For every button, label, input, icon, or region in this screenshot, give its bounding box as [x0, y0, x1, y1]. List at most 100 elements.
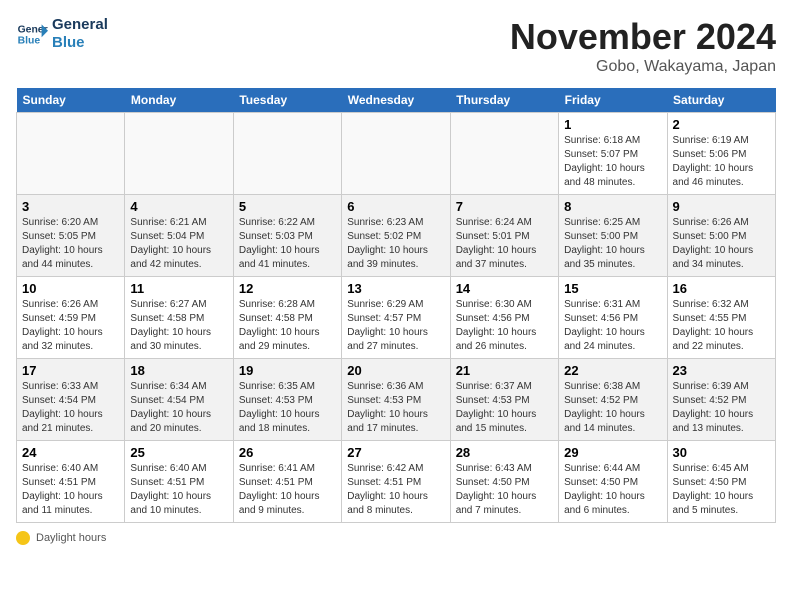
cell-1-1: 4Sunrise: 6:21 AM Sunset: 5:04 PM Daylig… — [125, 195, 233, 277]
cell-3-2: 19 Sunrise: 6:35 AM Sunset: 4:53 PM Dayli… — [233, 359, 341, 441]
day-info-17: Sunrise: 6:33 AM Sunset: 4:54 PM Dayligh… — [22, 380, 119, 436]
day-info-3: Sunrise: 6:20 AM Sunset: 5:05 PM Dayligh… — [22, 216, 119, 272]
logo-text-blue: Blue — [52, 34, 108, 52]
calendar-subtitle: Gobo, Wakayama, Japan — [510, 58, 776, 76]
day-number-25: 25 — [130, 445, 227, 460]
day-info-10: Sunrise: 6:26 AM Sunset: 4:59 PM Dayligh… — [22, 298, 119, 354]
cell-2-3: 13 Sunrise: 6:29 AM Sunset: 4:57 PM Dayli… — [342, 277, 450, 359]
day-number-8: 8 — [564, 199, 661, 214]
day-info-13: Sunrise: 6:29 AM Sunset: 4:57 PM Dayligh… — [347, 298, 444, 354]
day-info-22: Sunrise: 6:38 AM Sunset: 4:52 PM Dayligh… — [564, 380, 661, 436]
day-number-3: 3 — [22, 199, 119, 214]
day-info-15: Sunrise: 6:31 AM Sunset: 4:56 PM Dayligh… — [564, 298, 661, 354]
header-monday: Monday — [125, 88, 233, 113]
cell-0-1 — [125, 113, 233, 195]
week-row-3: 10 Sunrise: 6:26 AM Sunset: 4:59 PM Dayli… — [17, 277, 776, 359]
day-info-16: Sunrise: 6:32 AM Sunset: 4:55 PM Dayligh… — [673, 298, 770, 354]
cell-1-0: 3 Sunrise: 6:20 AM Sunset: 5:05 PM Daylig… — [17, 195, 125, 277]
header: General Blue General Blue November 2024 … — [16, 16, 776, 76]
week-row-2: 3 Sunrise: 6:20 AM Sunset: 5:05 PM Daylig… — [17, 195, 776, 277]
day-info-9: Sunrise: 6:26 AM Sunset: 5:00 PM Dayligh… — [673, 216, 770, 272]
day-number-29: 29 — [564, 445, 661, 460]
logo: General Blue General Blue — [16, 16, 108, 52]
title-area: November 2024 Gobo, Wakayama, Japan — [510, 16, 776, 76]
cell-2-0: 10 Sunrise: 6:26 AM Sunset: 4:59 PM Dayli… — [17, 277, 125, 359]
day-info-27: Sunrise: 6:42 AM Sunset: 4:51 PM Dayligh… — [347, 462, 444, 518]
header-sunday: Sunday — [17, 88, 125, 113]
day-number-9: 9 — [673, 199, 770, 214]
day-number-12: 12 — [239, 281, 336, 296]
week-row-1: 1 Sunrise: 6:18 AM Sunset: 5:07 PM Daylig… — [17, 113, 776, 195]
cell-4-3: 27 Sunrise: 6:42 AM Sunset: 4:51 PM Dayli… — [342, 441, 450, 523]
day-number-15: 15 — [564, 281, 661, 296]
cell-0-5: 1 Sunrise: 6:18 AM Sunset: 5:07 PM Daylig… — [559, 113, 667, 195]
cell-3-1: 18Sunrise: 6:34 AM Sunset: 4:54 PM Dayli… — [125, 359, 233, 441]
cell-1-3: 6 Sunrise: 6:23 AM Sunset: 5:02 PM Daylig… — [342, 195, 450, 277]
day-info-6: Sunrise: 6:23 AM Sunset: 5:02 PM Dayligh… — [347, 216, 444, 272]
day-number-6: 6 — [347, 199, 444, 214]
cell-3-4: 21Sunrise: 6:37 AM Sunset: 4:53 PM Dayli… — [450, 359, 558, 441]
svg-text:Blue: Blue — [18, 36, 41, 47]
cell-4-5: 29 Sunrise: 6:44 AM Sunset: 4:50 PM Dayli… — [559, 441, 667, 523]
day-number-2: 2 — [673, 117, 770, 132]
header-wednesday: Wednesday — [342, 88, 450, 113]
day-info-5: Sunrise: 6:22 AM Sunset: 5:03 PM Dayligh… — [239, 216, 336, 272]
legend-icon — [16, 531, 30, 545]
day-number-14: 14 — [456, 281, 553, 296]
day-number-30: 30 — [673, 445, 770, 460]
logo-icon: General Blue — [16, 18, 48, 50]
week-row-4: 17 Sunrise: 6:33 AM Sunset: 4:54 PM Dayli… — [17, 359, 776, 441]
day-info-1: Sunrise: 6:18 AM Sunset: 5:07 PM Dayligh… — [564, 134, 661, 190]
day-number-7: 7 — [456, 199, 553, 214]
day-number-23: 23 — [673, 363, 770, 378]
day-info-8: Sunrise: 6:25 AM Sunset: 5:00 PM Dayligh… — [564, 216, 661, 272]
day-number-19: 19 — [239, 363, 336, 378]
day-number-28: 28 — [456, 445, 553, 460]
cell-3-3: 20 Sunrise: 6:36 AM Sunset: 4:53 PM Dayli… — [342, 359, 450, 441]
day-number-27: 27 — [347, 445, 444, 460]
cell-0-3 — [342, 113, 450, 195]
cell-4-0: 24 Sunrise: 6:40 AM Sunset: 4:51 PM Dayli… — [17, 441, 125, 523]
day-number-1: 1 — [564, 117, 661, 132]
day-number-16: 16 — [673, 281, 770, 296]
day-info-19: Sunrise: 6:35 AM Sunset: 4:53 PM Dayligh… — [239, 380, 336, 436]
day-number-10: 10 — [22, 281, 119, 296]
day-info-2: Sunrise: 6:19 AM Sunset: 5:06 PM Dayligh… — [673, 134, 770, 190]
day-number-26: 26 — [239, 445, 336, 460]
header-saturday: Saturday — [667, 88, 775, 113]
header-friday: Friday — [559, 88, 667, 113]
day-number-13: 13 — [347, 281, 444, 296]
day-number-24: 24 — [22, 445, 119, 460]
legend: Daylight hours — [16, 531, 776, 545]
day-info-20: Sunrise: 6:36 AM Sunset: 4:53 PM Dayligh… — [347, 380, 444, 436]
day-info-12: Sunrise: 6:28 AM Sunset: 4:58 PM Dayligh… — [239, 298, 336, 354]
day-number-22: 22 — [564, 363, 661, 378]
day-info-24: Sunrise: 6:40 AM Sunset: 4:51 PM Dayligh… — [22, 462, 119, 518]
cell-3-6: 23 Sunrise: 6:39 AM Sunset: 4:52 PM Dayli… — [667, 359, 775, 441]
day-info-30: Sunrise: 6:45 AM Sunset: 4:50 PM Dayligh… — [673, 462, 770, 518]
calendar-title: November 2024 — [510, 16, 776, 58]
day-number-17: 17 — [22, 363, 119, 378]
day-info-7: Sunrise: 6:24 AM Sunset: 5:01 PM Dayligh… — [456, 216, 553, 272]
cell-4-2: 26 Sunrise: 6:41 AM Sunset: 4:51 PM Dayli… — [233, 441, 341, 523]
cell-3-5: 22 Sunrise: 6:38 AM Sunset: 4:52 PM Dayli… — [559, 359, 667, 441]
day-info-21: Sunrise: 6:37 AM Sunset: 4:53 PM Dayligh… — [456, 380, 553, 436]
day-info-23: Sunrise: 6:39 AM Sunset: 4:52 PM Dayligh… — [673, 380, 770, 436]
day-number-4: 4 — [130, 199, 227, 214]
cell-1-5: 8 Sunrise: 6:25 AM Sunset: 5:00 PM Daylig… — [559, 195, 667, 277]
day-info-18: Sunrise: 6:34 AM Sunset: 4:54 PM Dayligh… — [130, 380, 227, 436]
calendar-header: Sunday Monday Tuesday Wednesday Thursday… — [17, 88, 776, 113]
day-number-20: 20 — [347, 363, 444, 378]
cell-0-6: 2 Sunrise: 6:19 AM Sunset: 5:06 PM Daylig… — [667, 113, 775, 195]
cell-0-4 — [450, 113, 558, 195]
day-number-11: 11 — [130, 281, 227, 296]
day-number-5: 5 — [239, 199, 336, 214]
cell-1-4: 7 Sunrise: 6:24 AM Sunset: 5:01 PM Daylig… — [450, 195, 558, 277]
calendar-table: Sunday Monday Tuesday Wednesday Thursday… — [16, 88, 776, 523]
header-tuesday: Tuesday — [233, 88, 341, 113]
cell-1-2: 5 Sunrise: 6:22 AM Sunset: 5:03 PM Daylig… — [233, 195, 341, 277]
day-info-29: Sunrise: 6:44 AM Sunset: 4:50 PM Dayligh… — [564, 462, 661, 518]
cell-2-2: 12 Sunrise: 6:28 AM Sunset: 4:58 PM Dayli… — [233, 277, 341, 359]
cell-2-4: 14Sunrise: 6:30 AM Sunset: 4:56 PM Dayli… — [450, 277, 558, 359]
day-info-26: Sunrise: 6:41 AM Sunset: 4:51 PM Dayligh… — [239, 462, 336, 518]
